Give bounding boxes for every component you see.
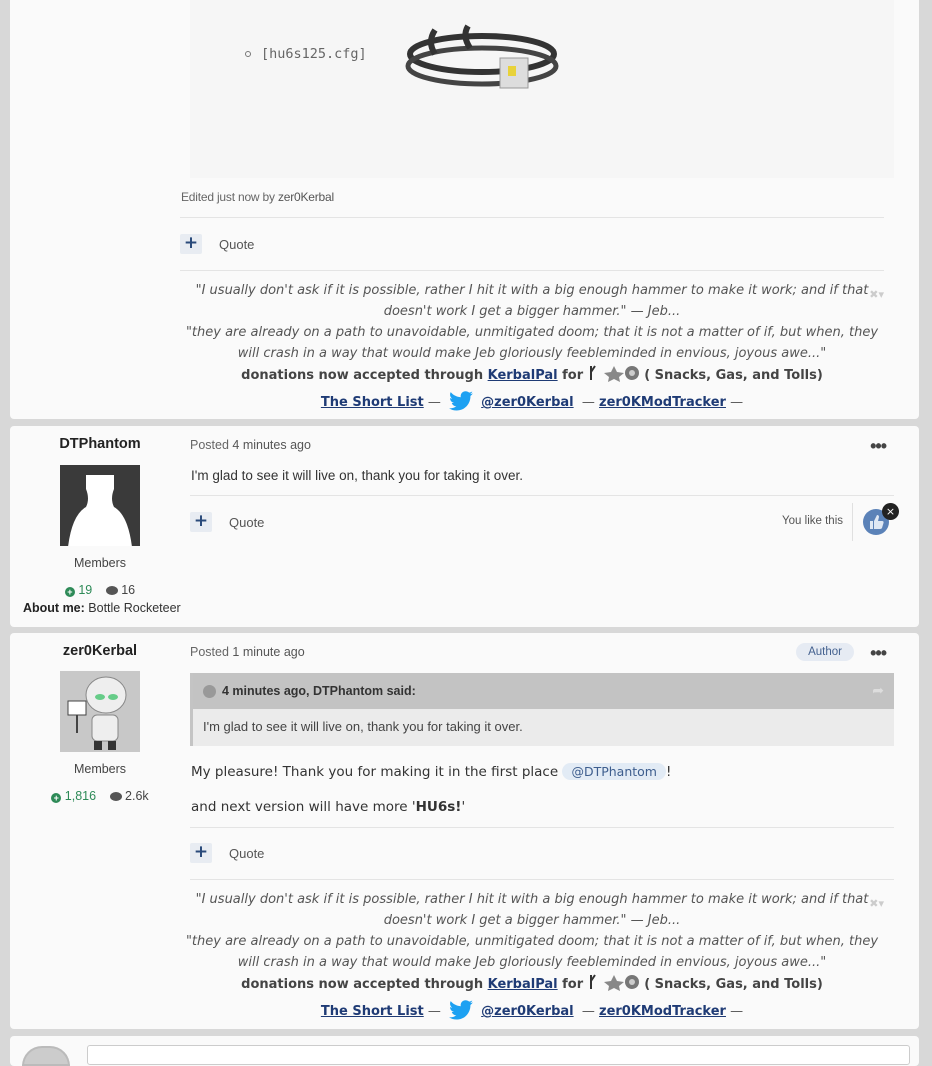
close-icon[interactable]: ✖▾ [869,893,884,914]
twitter-link[interactable]: @zer0Kerbal [481,1004,573,1019]
member-stats: + 1,816 2.6k [10,789,190,803]
divider [852,503,853,541]
divider [190,495,894,496]
avatar[interactable] [60,465,140,546]
short-list-link[interactable]: The Short List [321,1004,424,1019]
edited-note: Edited just now by zer0Kerbal [181,190,334,204]
twitter-bird-icon [449,1000,473,1020]
links-line: The Short List — @zer0Kerbal — zer0KModT… [180,997,884,1023]
signature-line: will crash in a way that would make Jeb … [237,955,827,970]
close-icon[interactable]: × [882,503,899,520]
member-stats: + 19 16 [10,583,190,597]
quote-header[interactable]: 4 minutes ago, DTPhantom said: ➦ [193,673,894,709]
short-list-link[interactable]: The Short List [321,395,424,410]
signature: ✖▾ "I usually don't ask if it is possibl… [180,280,884,414]
signature-line: doesn't work I get a bigger hammer." — J… [383,304,681,319]
signature-line: "they are already on a path to unavoidab… [185,325,879,340]
reputation-icon: + [51,793,62,803]
snack-icons [589,365,639,382]
post-menu-button[interactable]: ••• [870,644,887,662]
signature: ✖▾ "I usually don't ask if it is possibl… [180,889,884,1023]
author-name[interactable]: DTPhantom [10,436,190,452]
quoted-post: 4 minutes ago, DTPhantom said: ➦ I'm gla… [190,673,894,746]
signature-line: doesn't work I get a bigger hammer." — J… [383,913,681,928]
post-timestamp: Posted 1 minute ago [190,645,305,659]
donations-line: donations now accepted through KerbalPal… [180,364,884,386]
donations-line: donations now accepted through KerbalPal… [180,973,884,995]
post-menu-button[interactable]: ••• [870,437,887,455]
bullet-icon [245,51,251,57]
quote-button[interactable]: Quote [229,515,264,530]
twitter-link[interactable]: @zer0Kerbal [481,395,573,410]
multiquote-plus-button[interactable]: + [190,512,212,532]
divider [180,270,884,271]
mod-tracker-link[interactable]: zer0KModTracker [599,395,726,410]
reputation-count: 19 [78,583,93,597]
post-body: My pleasure! Thank you for making it in … [191,763,672,780]
quote-row: + Quote [190,842,264,864]
kerbalpal-link[interactable]: KerbalPal [488,977,558,992]
signature-line: will crash in a way that would make Jeb … [237,346,827,361]
reputation-icon: + [64,587,75,597]
you-like-this: You like this [782,515,843,527]
reply-editor[interactable] [87,1045,910,1065]
share-arrow-icon[interactable]: ➦ [872,682,884,699]
quote-row: + Quote [180,233,254,255]
comment-icon [105,586,118,595]
signature-line: "they are already on a path to unavoidab… [185,934,879,949]
list-item: [hu6s125.cfg] [245,46,367,62]
quote-body: I'm glad to see it will live on, thank y… [203,719,523,734]
post-body: and next version will have more 'HU6s!' [191,799,466,815]
links-line: The Short List — @zer0Kerbal — zer0KModT… [180,388,884,414]
user-mention[interactable]: @DTPhantom [562,763,666,780]
reputation-count: 1,816 [64,789,97,803]
signature-line: "I usually don't ask if it is possible, … [195,892,869,907]
kerbalpal-link[interactable]: KerbalPal [488,368,558,383]
snack-icons [589,974,639,991]
twitter-bird-icon [449,391,473,411]
author-name[interactable]: zer0Kerbal [10,643,190,659]
post-count: 16 [121,583,136,597]
divider [180,217,884,218]
multiquote-plus-button[interactable]: + [180,234,202,254]
quote-button[interactable]: Quote [219,237,254,252]
post-count: 2.6k [125,789,149,803]
signature-line: "I usually don't ask if it is possible, … [195,283,869,298]
avatar[interactable] [60,671,140,752]
member-rank: Members [73,762,127,776]
about-me: About me: Bottle Rocketeer [23,601,181,615]
member-rank: Members [73,556,127,570]
chevron-icon[interactable] [203,684,216,698]
post-body: I'm glad to see it will live on, thank y… [191,468,523,483]
quote-button[interactable]: Quote [229,846,264,861]
author-badge: Author [796,643,854,661]
multiquote-plus-button[interactable]: + [190,843,212,863]
quote-row: + Quote [190,511,264,533]
ring-part-image [405,24,559,89]
mod-tracker-link[interactable]: zer0KModTracker [599,1004,726,1019]
close-icon[interactable]: ✖▾ [869,284,884,305]
post-panel-dtphantom: DTPhantom Members + 19 16 About me: Bott… [10,426,919,627]
comment-icon [109,792,122,801]
post-timestamp: Posted 4 minutes ago [190,438,311,452]
divider [190,827,894,828]
divider [190,879,894,880]
